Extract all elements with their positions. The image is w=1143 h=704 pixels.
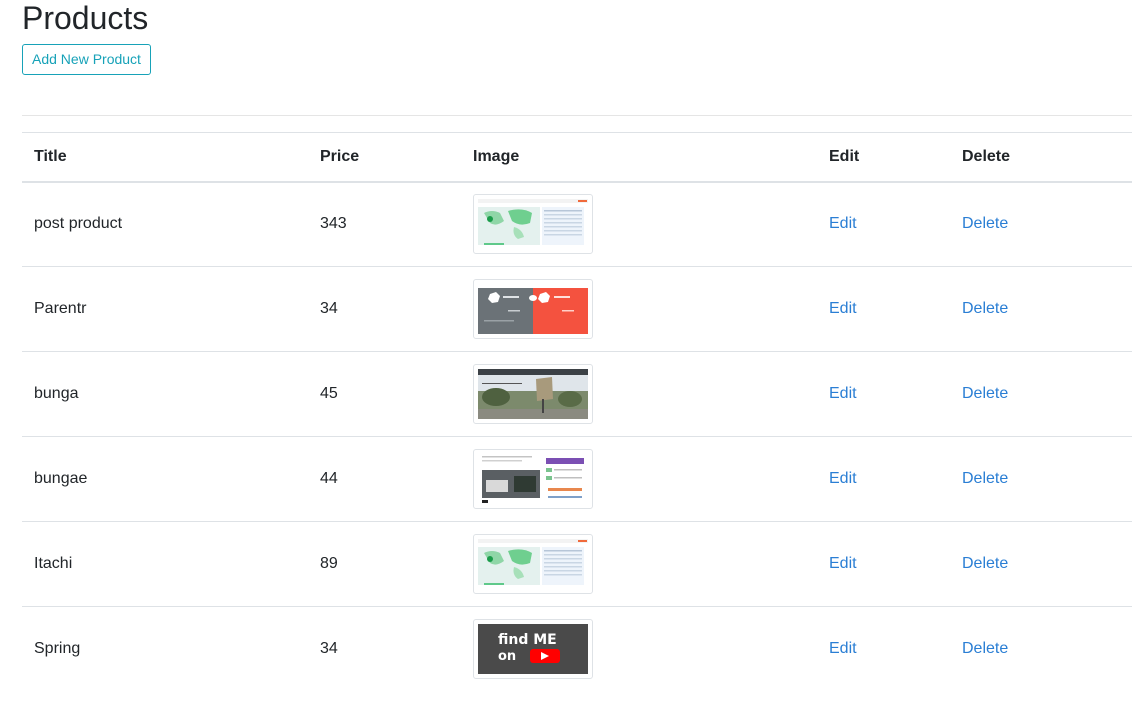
banner-text-line1: find ME xyxy=(498,632,557,648)
products-page: Products Add New Product Title Price Ima… xyxy=(0,0,1143,704)
product-price: 44 xyxy=(320,470,338,487)
edit-link[interactable]: Edit xyxy=(829,555,857,572)
header-title: Title xyxy=(34,147,67,165)
edit-link[interactable]: Edit xyxy=(829,640,857,657)
header-edit: Edit xyxy=(829,147,860,165)
delete-link[interactable]: Delete xyxy=(962,640,1008,657)
table-row: Itachi 89 Edit Delete xyxy=(22,522,1132,607)
product-price: 34 xyxy=(320,300,338,317)
product-image-thumbnail[interactable] xyxy=(473,279,593,339)
header-price: Price xyxy=(320,147,360,165)
product-title: Spring xyxy=(34,640,81,658)
delete-link[interactable]: Delete xyxy=(962,300,1008,317)
product-title: Itachi xyxy=(34,555,73,572)
product-price: 89 xyxy=(320,555,338,572)
header-delete: Delete xyxy=(962,147,1011,165)
product-title: bunga xyxy=(34,385,79,402)
delete-link[interactable]: Delete xyxy=(962,555,1008,572)
product-title: Parentr xyxy=(34,300,87,317)
product-image-thumbnail[interactable] xyxy=(473,364,593,424)
edit-link[interactable]: Edit xyxy=(829,300,857,317)
table-row: Spring 34 find ME on Edit Delete xyxy=(22,607,1132,692)
product-title: bungae xyxy=(34,470,88,487)
table-row: Parentr 34 Edit Delete xyxy=(22,267,1132,352)
product-title: post product xyxy=(34,215,123,233)
edit-link[interactable]: Edit xyxy=(829,215,857,232)
product-price: 343 xyxy=(320,215,347,233)
product-image-thumbnail[interactable] xyxy=(473,449,593,509)
product-image-thumbnail[interactable]: find ME on xyxy=(473,619,593,680)
header-image: Image xyxy=(473,147,520,165)
delete-link[interactable]: Delete xyxy=(962,385,1008,402)
table-row: bungae 44 Edit Delete xyxy=(22,437,1132,522)
product-price: 45 xyxy=(320,385,338,402)
product-price: 34 xyxy=(320,640,338,658)
divider xyxy=(22,115,1132,116)
page-title: Products xyxy=(22,0,149,36)
product-image-thumbnail[interactable] xyxy=(473,194,593,255)
table-row: post product 343 Edit Delete xyxy=(22,182,1132,267)
delete-link[interactable]: Delete xyxy=(962,470,1008,487)
table-header-row: Title Price Image Edit Delete xyxy=(22,132,1132,182)
banner-text-line2: on xyxy=(498,649,516,664)
edit-link[interactable]: Edit xyxy=(829,470,857,487)
edit-link[interactable]: Edit xyxy=(829,385,857,402)
delete-link[interactable]: Delete xyxy=(962,215,1008,232)
products-table: Title Price Image Edit Delete post produ… xyxy=(22,132,1132,692)
product-image-thumbnail[interactable] xyxy=(473,534,593,594)
table-row: bunga 45 Edit Delete xyxy=(22,352,1132,437)
add-new-product-button[interactable]: Add New Product xyxy=(22,44,151,75)
